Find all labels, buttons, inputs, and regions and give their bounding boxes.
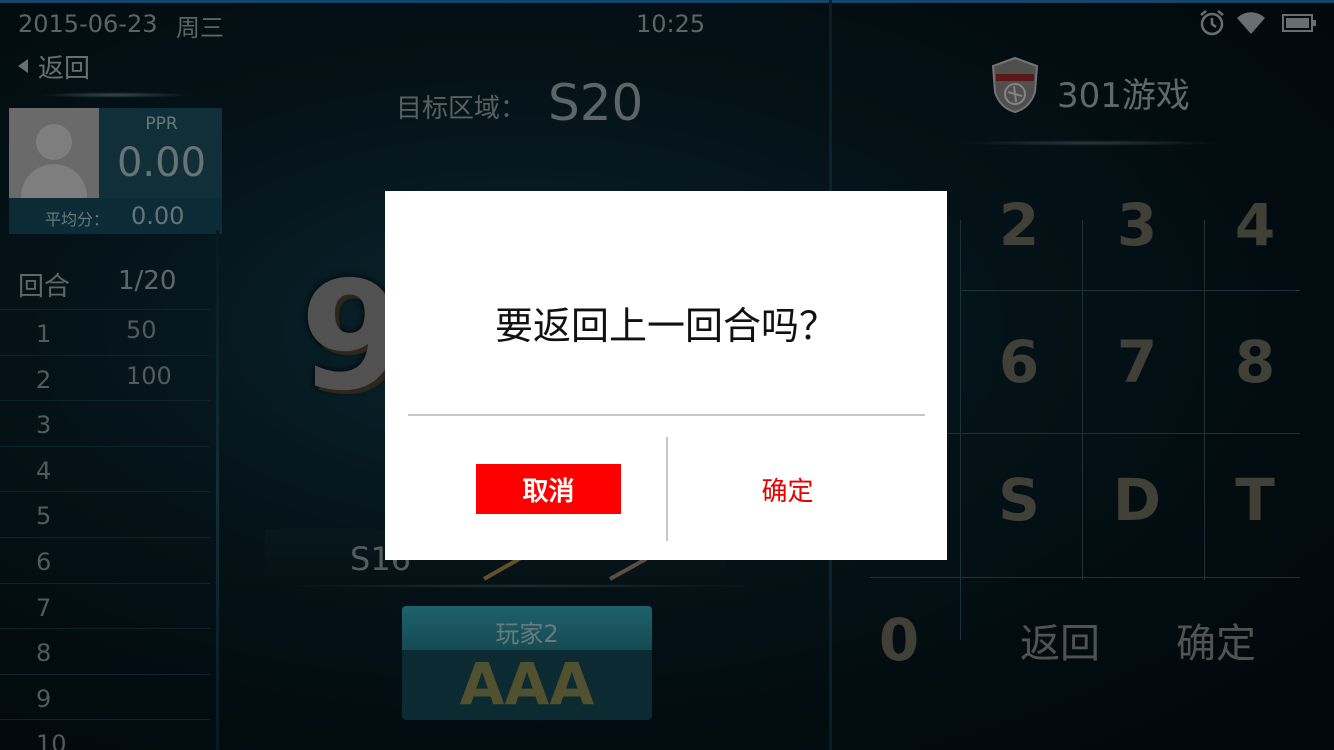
dialog-button-divider	[666, 437, 668, 541]
dialog-divider	[408, 414, 925, 416]
confirm-dialog: 要返回上一回合吗？ 取消 确定	[385, 191, 947, 560]
dialog-message: 要返回上一回合吗？	[494, 304, 837, 348]
confirm-button[interactable]: 确定	[715, 464, 860, 514]
cancel-button[interactable]: 取消	[476, 464, 621, 514]
